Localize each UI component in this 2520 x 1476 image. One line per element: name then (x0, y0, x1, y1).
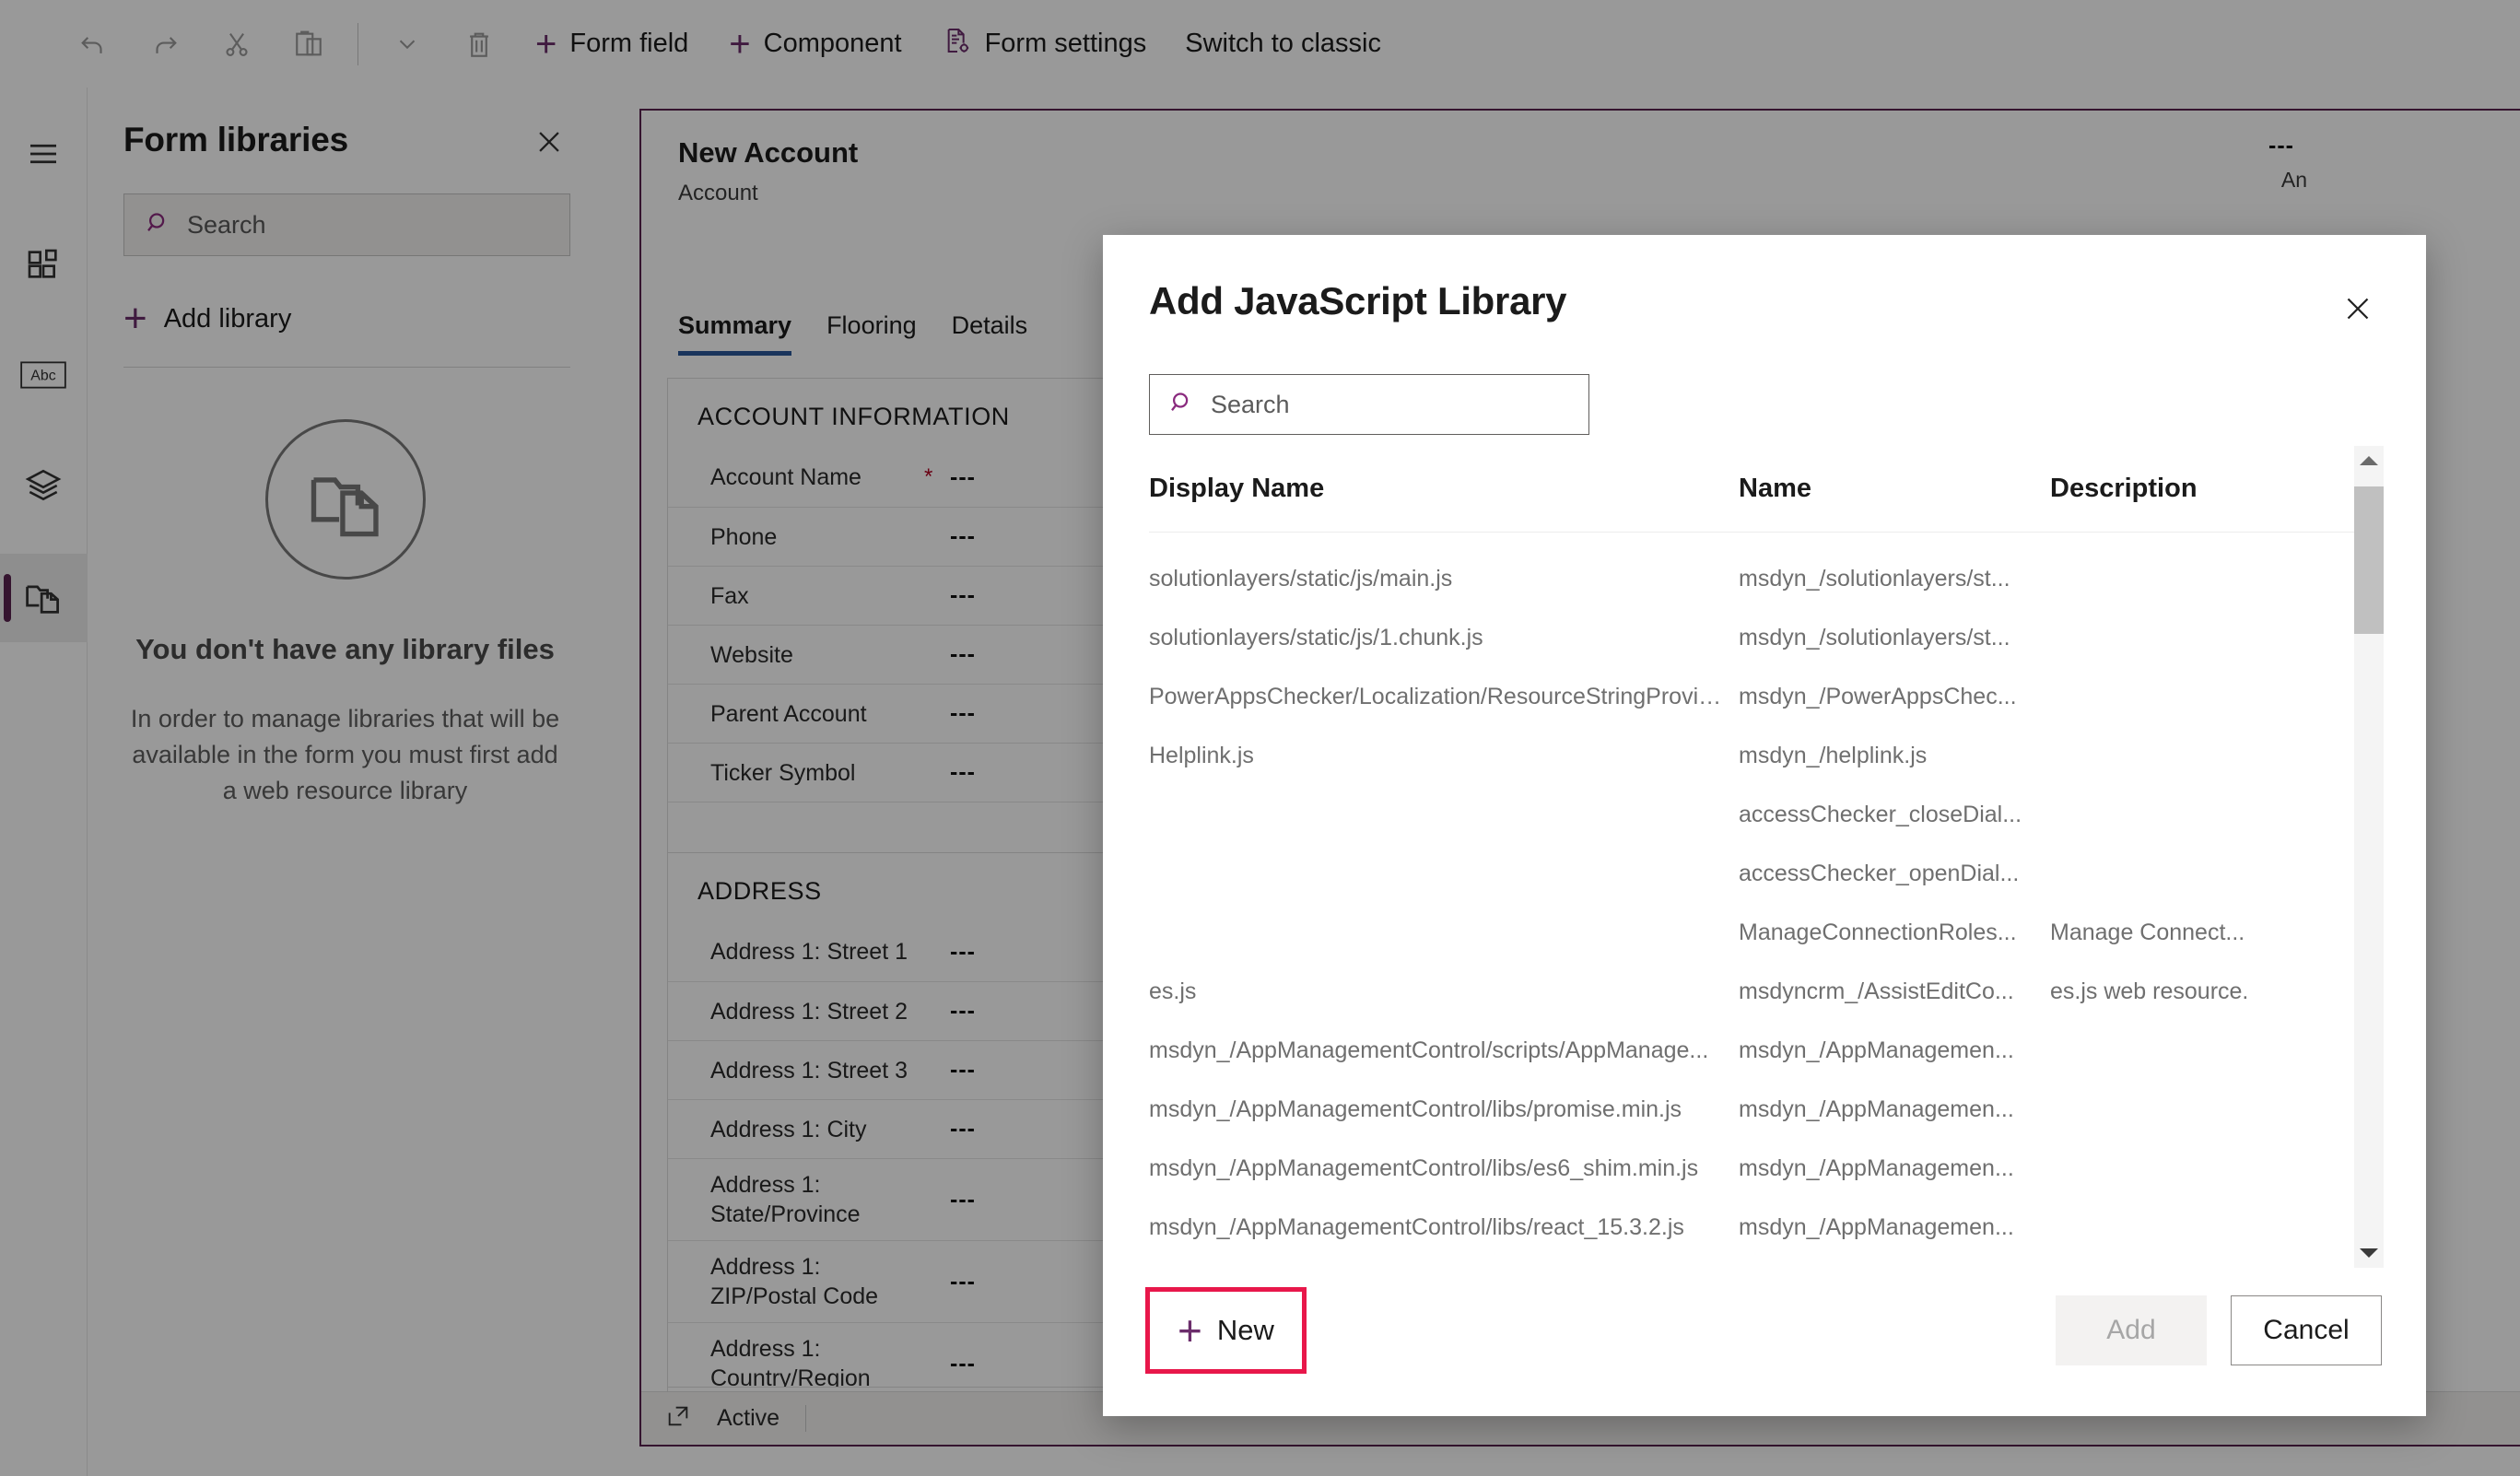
table-row[interactable]: ManageConnectionRoles... Manage Connect.… (1149, 903, 2384, 962)
grid-header-row: Display Name Name Description (1149, 474, 2384, 533)
cell-name: msdyn_/AppManagemen... (1739, 1037, 2014, 1063)
grid-body: solutionlayers/static/js/main.js msdyn_/… (1149, 533, 2384, 1257)
add-button[interactable]: Add (2056, 1295, 2207, 1365)
table-row[interactable]: solutionlayers/static/js/1.chunk.js msdy… (1149, 608, 2384, 667)
cell-name: msdyn_/solutionlayers/st... (1739, 565, 2010, 592)
cell-name: msdyn_/AppManagemen... (1739, 1213, 2014, 1240)
scrollbar-track[interactable] (2354, 475, 2384, 1238)
dialog-search-input[interactable]: Search (1149, 374, 1589, 435)
table-row[interactable]: msdyn_/AppManagementControl/libs/react_1… (1149, 1198, 2384, 1257)
cell-display-name: msdyn_/AppManagementControl/libs/react_1… (1149, 1213, 1684, 1240)
column-header-display-name[interactable]: Display Name (1149, 474, 1739, 504)
dialog-footer: + New Add Cancel (1103, 1287, 2426, 1416)
table-row[interactable]: solutionlayers/static/js/main.js msdyn_/… (1149, 549, 2384, 608)
cell-display-name: solutionlayers/static/js/main.js (1149, 565, 1453, 592)
cell-display-name: PowerAppsChecker/Localization/ResourceSt… (1149, 683, 1730, 709)
scrollbar-thumb[interactable] (2354, 486, 2384, 634)
new-button-label: New (1216, 1314, 1274, 1346)
cell-display-name: solutionlayers/static/js/1.chunk.js (1149, 624, 1483, 650)
table-row[interactable]: accessChecker_openDial... (1149, 844, 2384, 903)
new-button-highlight: + New (1145, 1287, 1307, 1374)
add-javascript-library-dialog: Add JavaScript Library Search Display Na… (1103, 235, 2426, 1416)
new-button[interactable]: + New (1178, 1306, 1274, 1354)
cell-name: msdyn_/AppManagemen... (1739, 1154, 2014, 1181)
cell-name: msdyn_/solutionlayers/st... (1739, 624, 2010, 650)
cell-name: ManageConnectionRoles... (1739, 919, 2017, 945)
dialog-title: Add JavaScript Library (1149, 279, 1567, 322)
cell-name: accessChecker_closeDial... (1739, 801, 2022, 827)
column-header-description[interactable]: Description (2050, 474, 2308, 504)
cell-display-name: msdyn_/AppManagementControl/libs/es6_shi… (1149, 1154, 1699, 1181)
table-row[interactable]: msdyn_/AppManagementControl/libs/promise… (1149, 1080, 2384, 1139)
table-row[interactable]: PowerAppsChecker/Localization/ResourceSt… (1149, 667, 2384, 726)
cell-description: Manage Connect... (2050, 919, 2245, 945)
table-row[interactable]: msdyn_/AppManagementControl/scripts/AppM… (1149, 1021, 2384, 1080)
table-row[interactable]: msdyn_/AppManagementControl/libs/es6_shi… (1149, 1139, 2384, 1198)
grid-scrollbar[interactable] (2354, 446, 2384, 1268)
dialog-header: Add JavaScript Library (1103, 235, 2426, 337)
cell-name: msdyncrm_/AssistEditCo... (1739, 978, 2014, 1004)
table-row[interactable]: es.js msdyncrm_/AssistEditCo... es.js we… (1149, 962, 2384, 1021)
library-grid: Display Name Name Description solutionla… (1149, 446, 2384, 1287)
table-row[interactable]: Helplink.js msdyn_/helplink.js (1149, 726, 2384, 785)
cell-display-name: Helplink.js (1149, 742, 1254, 768)
cell-name: msdyn_/helplink.js (1739, 742, 1928, 768)
cell-display-name: msdyn_/AppManagementControl/libs/promise… (1149, 1095, 1682, 1122)
cell-name: accessChecker_openDial... (1739, 860, 2020, 886)
scroll-down-arrow-icon[interactable] (2354, 1238, 2384, 1268)
scroll-up-arrow-icon[interactable] (2354, 446, 2384, 475)
dialog-close-icon[interactable] (2334, 285, 2382, 337)
cell-name: msdyn_/PowerAppsChec... (1739, 683, 2017, 709)
plus-icon: + (1178, 1306, 1202, 1354)
column-header-name[interactable]: Name (1739, 474, 2050, 504)
search-icon (1168, 389, 1196, 421)
cell-name: msdyn_/AppManagemen... (1739, 1095, 2014, 1122)
cell-display-name: msdyn_/AppManagementControl/scripts/AppM… (1149, 1037, 1709, 1063)
cell-description: es.js web resource. (2050, 978, 2249, 1004)
cell-display-name: es.js (1149, 978, 1197, 1004)
dialog-search-placeholder: Search (1211, 390, 1290, 418)
table-row[interactable]: accessChecker_closeDial... (1149, 785, 2384, 844)
cancel-button[interactable]: Cancel (2231, 1295, 2382, 1365)
